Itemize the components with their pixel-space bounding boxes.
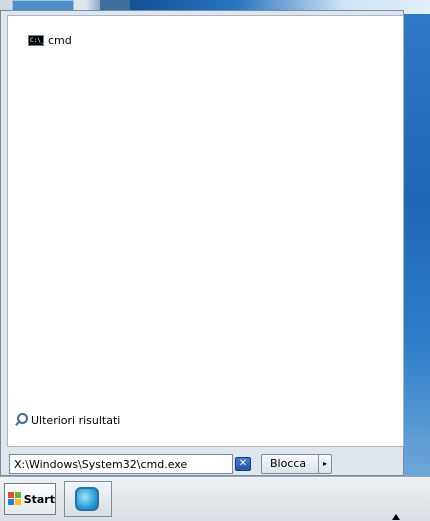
mouse-cursor-icon: [392, 514, 400, 520]
search-row: ✕ Blocca ▸: [9, 454, 405, 476]
more-results-label: Ulteriori risultati: [31, 413, 121, 427]
windows-logo-icon: [8, 492, 22, 506]
start-label: Start: [23, 492, 55, 506]
result-label: cmd: [48, 33, 72, 47]
desktop-background-right: [404, 14, 430, 476]
lock-button[interactable]: Blocca: [261, 454, 323, 474]
start-menu: C:\_ cmd Ulteriori risultati ✕ Blocca ▸: [0, 10, 404, 476]
taskbar-app-button[interactable]: [64, 481, 112, 517]
result-item-cmd[interactable]: C:\_ cmd: [28, 32, 72, 48]
more-results-link[interactable]: Ulteriori risultati: [14, 412, 120, 428]
taskbar: Start: [0, 476, 430, 521]
search-results-pane: C:\_ cmd Ulteriori risultati: [7, 15, 404, 447]
power-options-arrow[interactable]: ▸: [318, 454, 332, 474]
search-icon: [14, 413, 28, 427]
search-input[interactable]: [9, 454, 233, 474]
start-button[interactable]: Start: [4, 483, 56, 515]
cmd-icon: C:\_: [28, 34, 45, 46]
chevron-right-icon: ▸: [322, 459, 327, 468]
close-icon[interactable]: ✕: [235, 457, 251, 471]
control-panel-icon: [75, 487, 99, 511]
